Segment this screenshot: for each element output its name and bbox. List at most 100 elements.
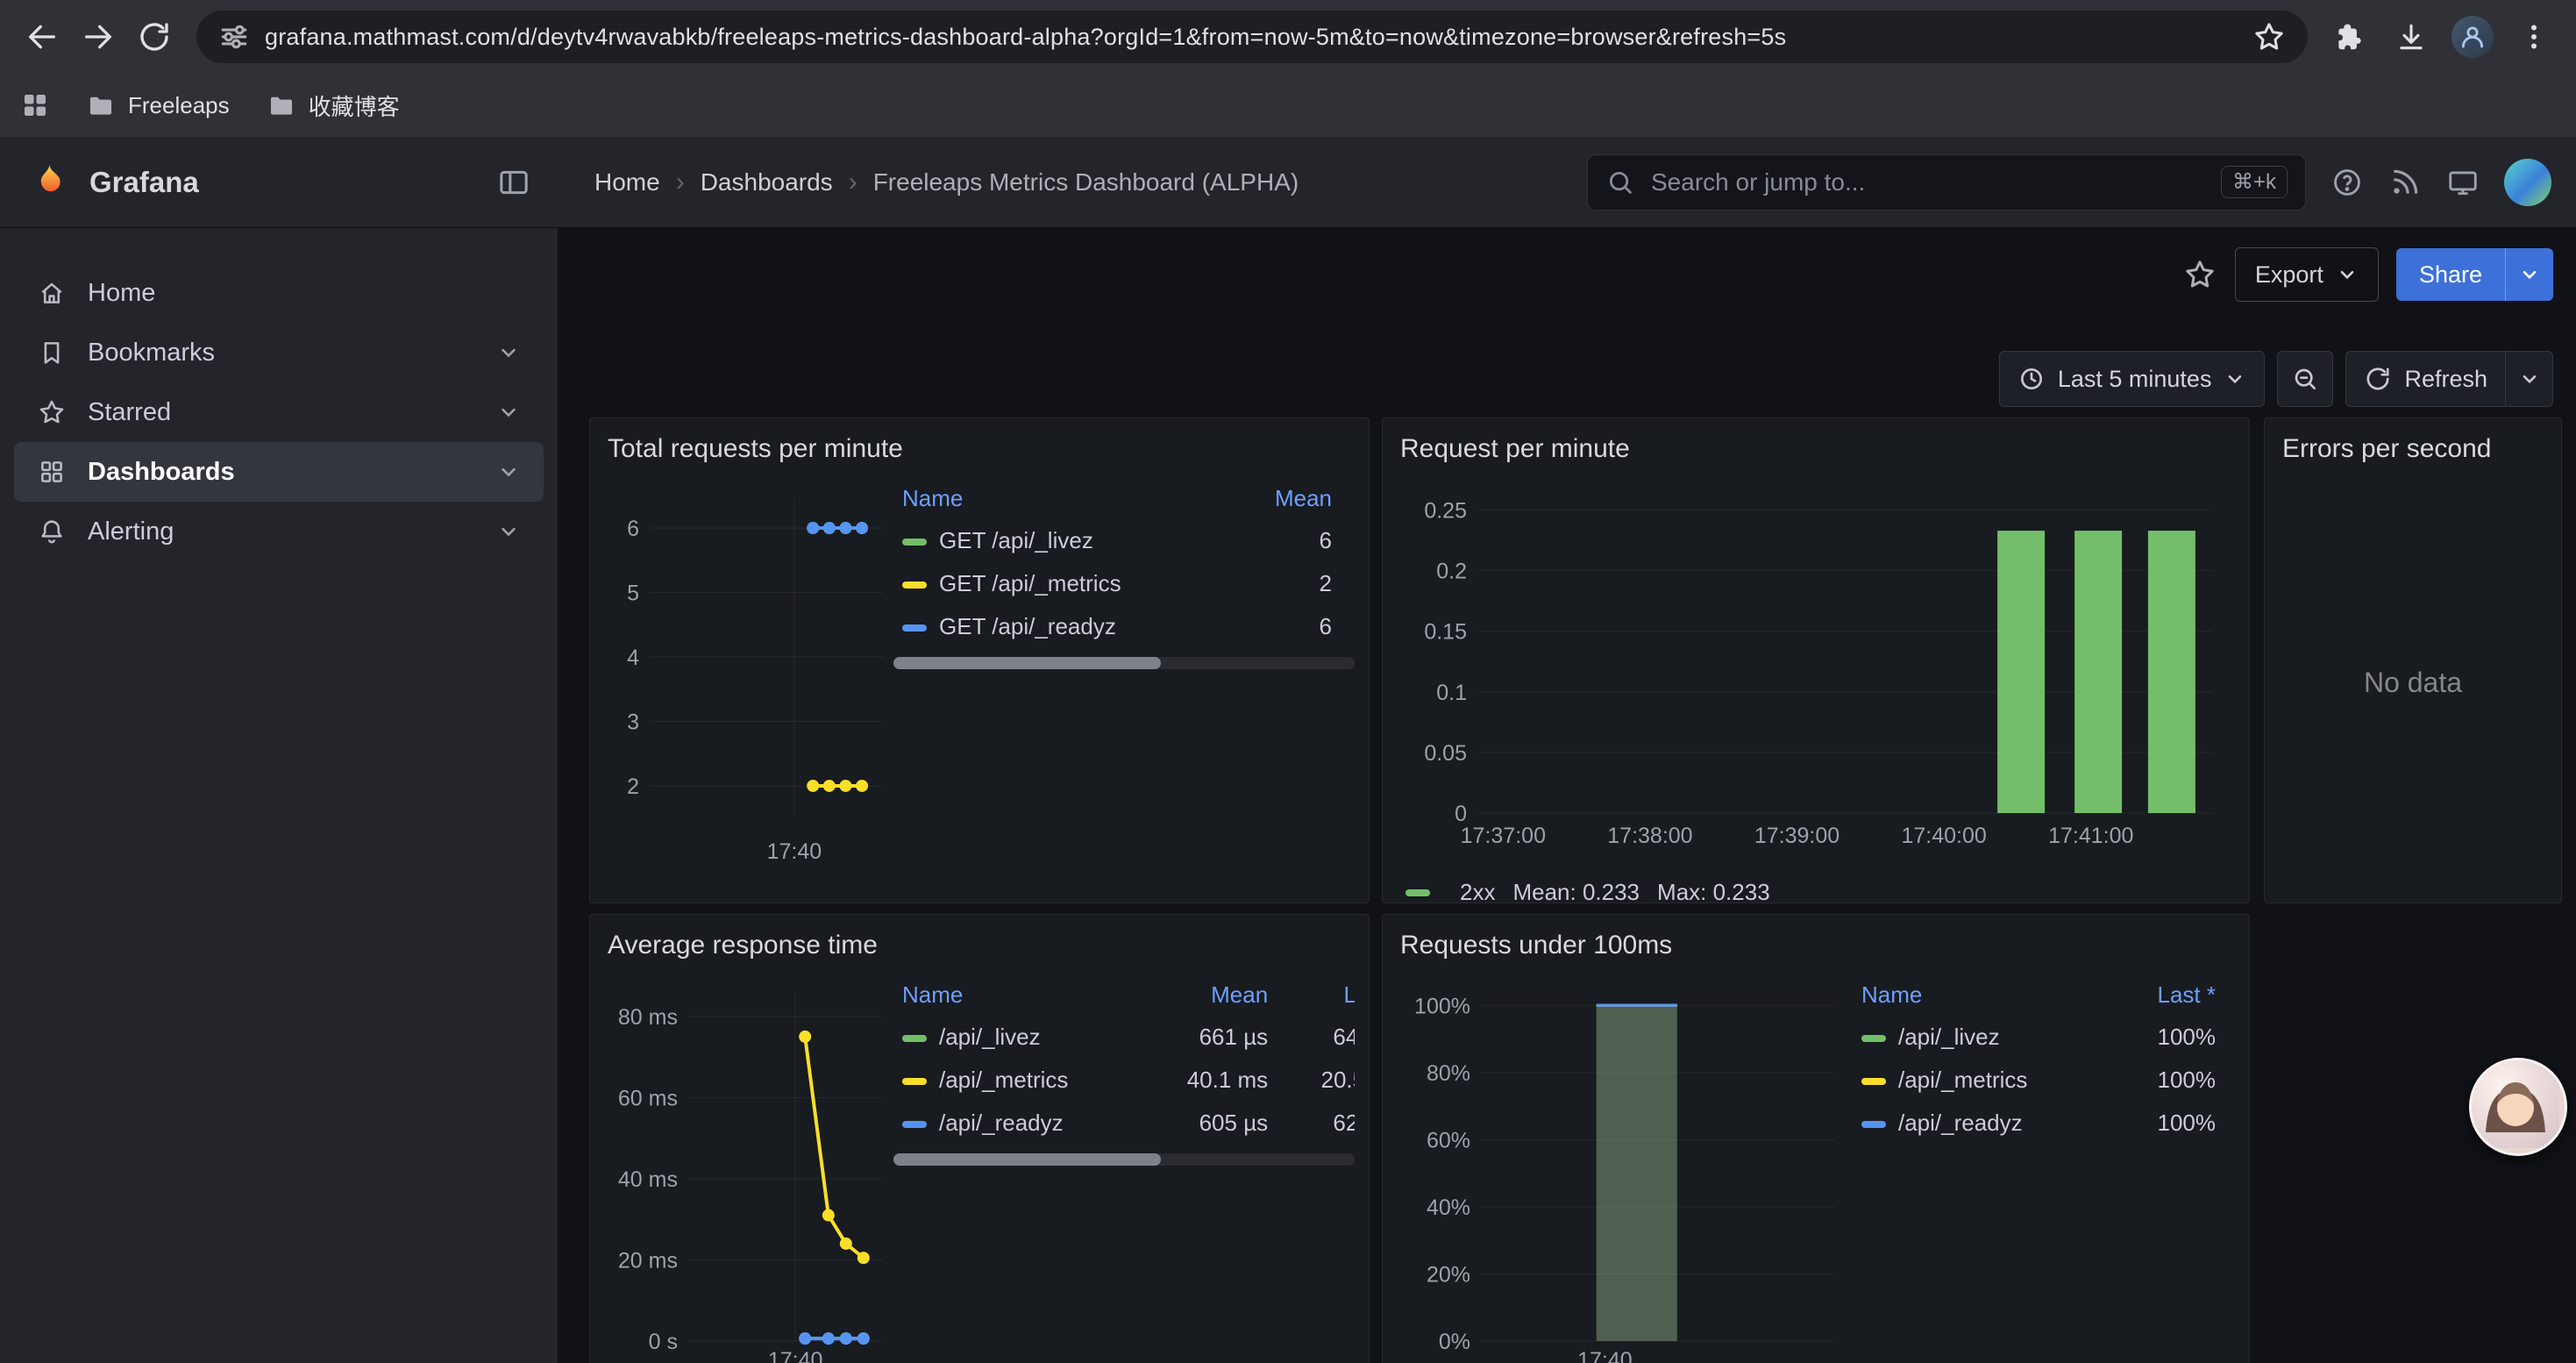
legend-column-header[interactable]: Mean <box>1234 478 1341 519</box>
legend-column-header[interactable]: Name <box>893 974 1142 1016</box>
help-icon[interactable] <box>2330 166 2364 199</box>
chevron-down-icon <box>2224 368 2246 390</box>
reload-button[interactable] <box>128 11 181 63</box>
chevron-down-icon[interactable] <box>496 340 521 365</box>
svg-text:40 ms: 40 ms <box>618 1167 678 1192</box>
screen: grafana.mathmast.com/d/deytv4rwavabkb/fr… <box>0 0 2576 1363</box>
news-icon[interactable] <box>2388 166 2422 199</box>
average-response-time-chart[interactable]: 80 ms60 ms40 ms20 ms0 s17:40 <box>604 971 893 1363</box>
total-requests-chart[interactable]: 6543217:40 <box>604 475 893 890</box>
series-value: 2 <box>1234 562 1341 605</box>
export-label: Export <box>2255 261 2323 289</box>
legend-column-header[interactable]: Last * <box>2116 974 2224 1016</box>
grafana-brand: Grafana <box>89 166 199 199</box>
bookmark-star-icon[interactable] <box>2252 19 2287 54</box>
export-button[interactable]: Export <box>2235 247 2379 302</box>
chevron-down-icon <box>2336 263 2359 286</box>
series-name[interactable]: 2xx <box>1460 879 1495 906</box>
legend-table: NameLast */api/_livez100% /api/_metrics 10… <box>1853 974 2224 1145</box>
floating-assistant-avatar[interactable] <box>2469 1058 2567 1156</box>
home-icon <box>37 278 67 308</box>
forward-button[interactable] <box>72 11 125 63</box>
sidebar-item-dashboards[interactable]: Dashboards <box>14 442 544 502</box>
sidebar-item-alerting[interactable]: Alerting <box>14 502 544 561</box>
downloads-button[interactable] <box>2385 11 2437 63</box>
display-icon[interactable] <box>2446 166 2480 199</box>
chevron-down-icon[interactable] <box>496 460 521 484</box>
refresh-label: Refresh <box>2404 366 2487 393</box>
share-menu-button[interactable] <box>2505 248 2553 301</box>
back-button[interactable] <box>16 11 68 63</box>
scrollbar-thumb[interactable] <box>893 1153 1161 1166</box>
zoom-out-button[interactable] <box>2277 351 2333 407</box>
sidebar-item-label: Bookmarks <box>88 339 215 368</box>
sidebar-item-home[interactable]: Home <box>14 263 544 323</box>
svg-text:60%: 60% <box>1427 1128 1470 1152</box>
grafana-logo[interactable] <box>26 160 72 205</box>
series-name[interactable]: /api/_readyz <box>1898 1110 2023 1136</box>
search-input[interactable] <box>1649 168 2207 197</box>
search-box[interactable]: ⌘+k <box>1587 154 2306 211</box>
apps-grid-icon[interactable] <box>19 89 51 121</box>
legend-horizontal-scrollbar[interactable] <box>893 1153 1355 1166</box>
request-per-minute-chart[interactable]: 0.250.20.150.10.05017:37:0017:38:0017:39… <box>1397 475 2235 875</box>
panel-title[interactable]: Request per minute <box>1400 434 2231 464</box>
sidebar-item-bookmarks[interactable]: Bookmarks <box>14 323 544 382</box>
time-range-picker[interactable]: Last 5 minutes <box>1999 351 2266 407</box>
profile-button[interactable] <box>2446 11 2499 63</box>
chevron-down-icon[interactable] <box>496 519 521 544</box>
scrollbar-thumb[interactable] <box>893 657 1161 669</box>
menu-icon <box>2518 21 2550 53</box>
user-avatar[interactable] <box>2504 159 2551 206</box>
chevron-down-icon[interactable] <box>496 400 521 425</box>
panel-title[interactable]: Average response time <box>608 931 1351 960</box>
series-name[interactable]: /api/_metrics <box>1898 1067 2027 1093</box>
panel-title[interactable]: Requests under 100ms <box>1400 931 2231 960</box>
bookmarks-icon <box>37 338 67 368</box>
legend-row: GET /api/_livez6 <box>893 519 1341 562</box>
series-value: 100% <box>2116 1059 2224 1102</box>
svg-text:17:40: 17:40 <box>767 839 822 864</box>
breadcrumb-item[interactable]: Dashboards <box>701 168 833 196</box>
legend-horizontal-scrollbar[interactable] <box>893 657 1355 669</box>
svg-text:3: 3 <box>627 710 639 734</box>
legend-column-header[interactable]: Last * <box>1277 974 1355 1016</box>
dock-sidebar-icon[interactable] <box>496 165 531 200</box>
legend-row: /api/_metrics 100% <box>1853 1059 2224 1102</box>
svg-text:0.05: 0.05 <box>1424 741 1467 766</box>
panel-title[interactable]: Errors per second <box>2282 434 2544 464</box>
legend-column-header[interactable]: Name <box>893 478 1234 519</box>
extensions-button[interactable] <box>2323 11 2376 63</box>
legend-column-header[interactable]: Name <box>1853 974 2116 1016</box>
download-icon <box>2395 20 2428 54</box>
series-name[interactable]: GET /api/_readyz <box>939 613 1116 639</box>
series-name[interactable]: /api/_livez <box>939 1024 1041 1050</box>
share-button[interactable]: Share <box>2396 248 2505 301</box>
series-name[interactable]: /api/_livez <box>1898 1024 2000 1050</box>
url-text[interactable]: grafana.mathmast.com/d/deytv4rwavabkb/fr… <box>265 24 2238 51</box>
series-name[interactable]: GET /api/_metrics <box>939 570 1121 596</box>
panel-title[interactable]: Total requests per minute <box>608 434 1351 464</box>
breadcrumb-item[interactable]: Home <box>594 168 660 196</box>
series-name[interactable]: GET /api/_livez <box>939 527 1093 553</box>
refresh-button[interactable]: Refresh <box>2345 351 2506 407</box>
starred-icon <box>37 397 67 427</box>
bookmark-item[interactable]: Freeleaps <box>72 82 244 129</box>
address-bar[interactable]: grafana.mathmast.com/d/deytv4rwavabkb/fr… <box>196 11 2308 63</box>
bookmark-item[interactable]: 收藏博客 <box>253 82 414 129</box>
site-settings-icon[interactable] <box>217 20 251 54</box>
series-value: 6 <box>1234 605 1341 648</box>
requests-under-100ms-chart[interactable]: 100%80%60%40%20%0%17:40 <box>1397 971 1853 1363</box>
sidebar-item-starred[interactable]: Starred <box>14 382 544 442</box>
legend-column-header[interactable]: Mean <box>1142 974 1277 1016</box>
sidebar-item-label: Home <box>88 279 155 308</box>
back-icon <box>25 19 60 54</box>
series-name[interactable]: /api/_readyz <box>939 1110 1064 1136</box>
star-outline-icon[interactable] <box>2182 257 2217 292</box>
legend-row: /api/_livez100% <box>1853 1016 2224 1059</box>
browser-menu-button[interactable] <box>2508 11 2560 63</box>
sidebar-item-label: Alerting <box>88 517 174 546</box>
refresh-interval-button[interactable] <box>2506 351 2553 407</box>
series-name[interactable]: /api/_metrics <box>939 1067 1068 1093</box>
dashboard-main: Export Share Last 5 minutes <box>558 228 2576 1363</box>
